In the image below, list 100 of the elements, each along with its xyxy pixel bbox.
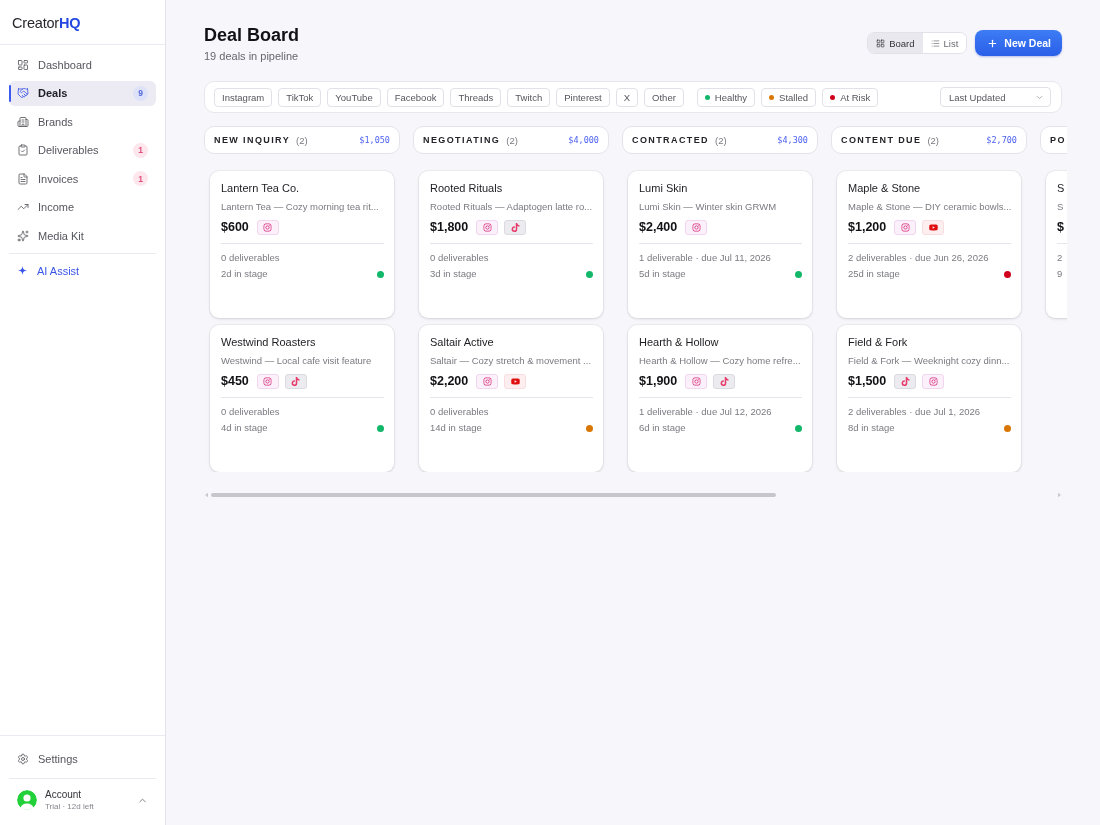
page-title: Deal Board <box>204 24 300 46</box>
deal-amount: $1,500 <box>848 374 887 388</box>
deal-description: Field & Fork — Weeknight cozy dinn... <box>848 355 1011 367</box>
instagram-icon <box>894 219 917 235</box>
stage-time: 14d in stage <box>430 422 482 434</box>
count-badge: 1 <box>133 142 148 158</box>
deal-name: Rooted Rituals <box>430 182 504 195</box>
filter-chip[interactable]: Pinterest <box>556 87 610 107</box>
deal-card[interactable]: Westwind Roasters Westwind — Local cafe visit feature $450 0 deliverables 4d in stage <box>210 325 394 472</box>
instagram-icon <box>922 373 945 389</box>
nav-item[interactable]: Deliverables 1 <box>9 137 156 163</box>
filter-chip[interactable]: Twitch <box>507 87 551 107</box>
column-title: PO <box>1050 135 1066 145</box>
sort-dropdown[interactable]: Last Updated <box>940 87 1051 107</box>
deal-card[interactable]: Lumi Skin Lumi Skin — Winter skin GRWM $2,400 1 deliverable · due Jul 11, 2026 5d in stage <box>628 171 812 318</box>
instagram-icon <box>256 219 279 235</box>
filter-chip[interactable]: Other <box>644 87 684 107</box>
new-deal-button[interactable]: New Deal <box>975 30 1062 56</box>
deal-description: Lumi Skin — Winter skin GRWM <box>639 201 778 213</box>
ai-assist-link[interactable]: AI Assist <box>9 258 156 283</box>
youtube-icon <box>504 373 527 389</box>
tiktok-icon <box>894 373 917 389</box>
deal-card[interactable]: Hearth & Hollow Hearth & Hollow — Cozy home refre... $1,900 1 deliverable · due Jul 12, 2026 6d in stage <box>628 325 812 472</box>
deal-card[interactable]: Saltair Active Saltair — Cozy stretch & movement ... $2,200 0 deliverables 14d in stage <box>419 325 603 472</box>
deal-description: Westwind — Local cafe visit feature <box>221 355 373 367</box>
account-plan: Trial · 12d left <box>45 802 94 811</box>
deliverables-text: 0 deliverables <box>430 406 490 418</box>
tiktok-icon <box>284 373 307 389</box>
filter-chip[interactable]: YouTube <box>327 87 381 107</box>
column-title: NEW INQUIRY <box>214 135 291 145</box>
deal-description: S <box>1057 201 1065 213</box>
building-icon <box>17 115 29 128</box>
avatar <box>17 790 37 810</box>
nav-item[interactable]: Deals 9 <box>9 80 156 106</box>
deliverables-text: 0 deliverables <box>221 406 281 418</box>
deal-description: Maple & Stone — DIY ceramic bowls... <box>848 201 1011 213</box>
deal-name: Maple & Stone <box>848 182 922 195</box>
deal-amount: $1,800 <box>430 220 469 234</box>
column-total: $1,050 <box>359 135 390 145</box>
settings-icon <box>17 752 29 765</box>
column-total: $2,700 <box>986 135 1017 145</box>
settings-item[interactable]: Settings <box>9 746 86 771</box>
deal-name: Westwind Roasters <box>221 336 317 349</box>
deal-description: Hearth & Hollow — Cozy home refre... <box>639 355 802 367</box>
filter-chip[interactable]: X <box>615 87 639 107</box>
page-subtitle: 19 deals in pipeline <box>204 49 300 63</box>
tiktok-icon <box>504 219 527 235</box>
view-tab[interactable]: Board <box>868 33 923 53</box>
deal-amount: $1,200 <box>848 220 887 234</box>
column-title: CONTENT DUE <box>841 135 922 145</box>
instagram-icon <box>685 373 708 389</box>
horizontal-scrollbar[interactable] <box>204 492 1062 498</box>
grid-icon <box>876 38 886 48</box>
sparkles-icon <box>17 229 29 242</box>
filter-chip[interactable]: At Risk <box>822 87 879 107</box>
column-total: $4,000 <box>568 135 599 145</box>
instagram-icon <box>256 373 279 389</box>
column-title: NEGOTIATING <box>423 135 501 145</box>
deal-card[interactable]: Field & Fork Field & Fork — Weeknight cozy dinn... $1,500 2 deliverables · due Jul 1, 2026 8d in stage <box>837 325 1021 472</box>
handshake-icon <box>17 87 29 99</box>
nav-item[interactable]: Invoices 1 <box>9 166 156 191</box>
deliverables-text: 2 deliverables · due Jun 26, 2026 <box>848 252 990 264</box>
filter-chip[interactable]: Stalled <box>761 87 817 107</box>
instagram-icon <box>476 373 499 389</box>
deliverables-text: 2 deliverables · due Jul 1, 2026 <box>848 406 982 418</box>
deal-amount: $2,200 <box>430 374 469 388</box>
nav-item[interactable]: Dashboard <box>9 52 156 77</box>
dashboard-icon <box>17 58 29 71</box>
deliverables-text: 0 deliverables <box>430 252 490 264</box>
deal-amount: $450 <box>221 374 249 388</box>
document-icon <box>17 172 29 185</box>
filter-chip[interactable]: TikTok <box>278 87 322 107</box>
column-title: CONTRACTED <box>632 135 709 145</box>
deliverables-text: 1 deliverable · due Jul 11, 2026 <box>639 252 772 264</box>
deal-name: Lumi Skin <box>639 182 689 195</box>
stage-time: 3d in stage <box>430 268 477 280</box>
deliverables-text: 0 deliverables <box>221 252 281 264</box>
filter-chip[interactable]: Healthy <box>696 87 756 107</box>
stage-time: 5d in stage <box>639 268 686 280</box>
deal-card[interactable]: S S $ 2 9 <box>1046 171 1067 318</box>
filter-chip[interactable]: Threads <box>450 87 502 107</box>
nav-item[interactable]: Brands <box>9 109 156 134</box>
column-total: $4,300 <box>777 135 808 145</box>
nav-item[interactable]: Media Kit <box>9 223 156 248</box>
deal-card[interactable]: Rooted Rituals Rooted Rituals — Adaptogen latte ro... $1,800 0 deliverables 3d in stage <box>419 171 603 318</box>
filter-chip[interactable]: Instagram <box>214 87 273 107</box>
deal-card[interactable]: Maple & Stone Maple & Stone — DIY ceramic bowls... $1,200 2 deliverables · due Jun 26, 2026 25d in stage <box>837 171 1021 318</box>
deal-amount: $2,400 <box>639 220 678 234</box>
account-menu[interactable]: Account Trial · 12d left <box>9 781 156 819</box>
stage-time: 8d in stage <box>848 422 895 434</box>
sparkle-icon <box>18 266 27 275</box>
deal-name: Saltair Active <box>430 336 495 349</box>
deal-card[interactable]: Lantern Tea Co. Lantern Tea — Cozy morning tea rit... $600 0 deliverables 2d in stage <box>210 171 394 318</box>
nav-item[interactable]: Income <box>9 194 156 220</box>
instagram-icon <box>685 219 708 235</box>
column-count: (2) <box>927 134 940 146</box>
filter-chip[interactable]: Facebook <box>386 87 445 107</box>
plus-icon <box>987 37 999 49</box>
list-icon <box>930 38 940 48</box>
stage-time: 9 <box>1057 268 1063 280</box>
